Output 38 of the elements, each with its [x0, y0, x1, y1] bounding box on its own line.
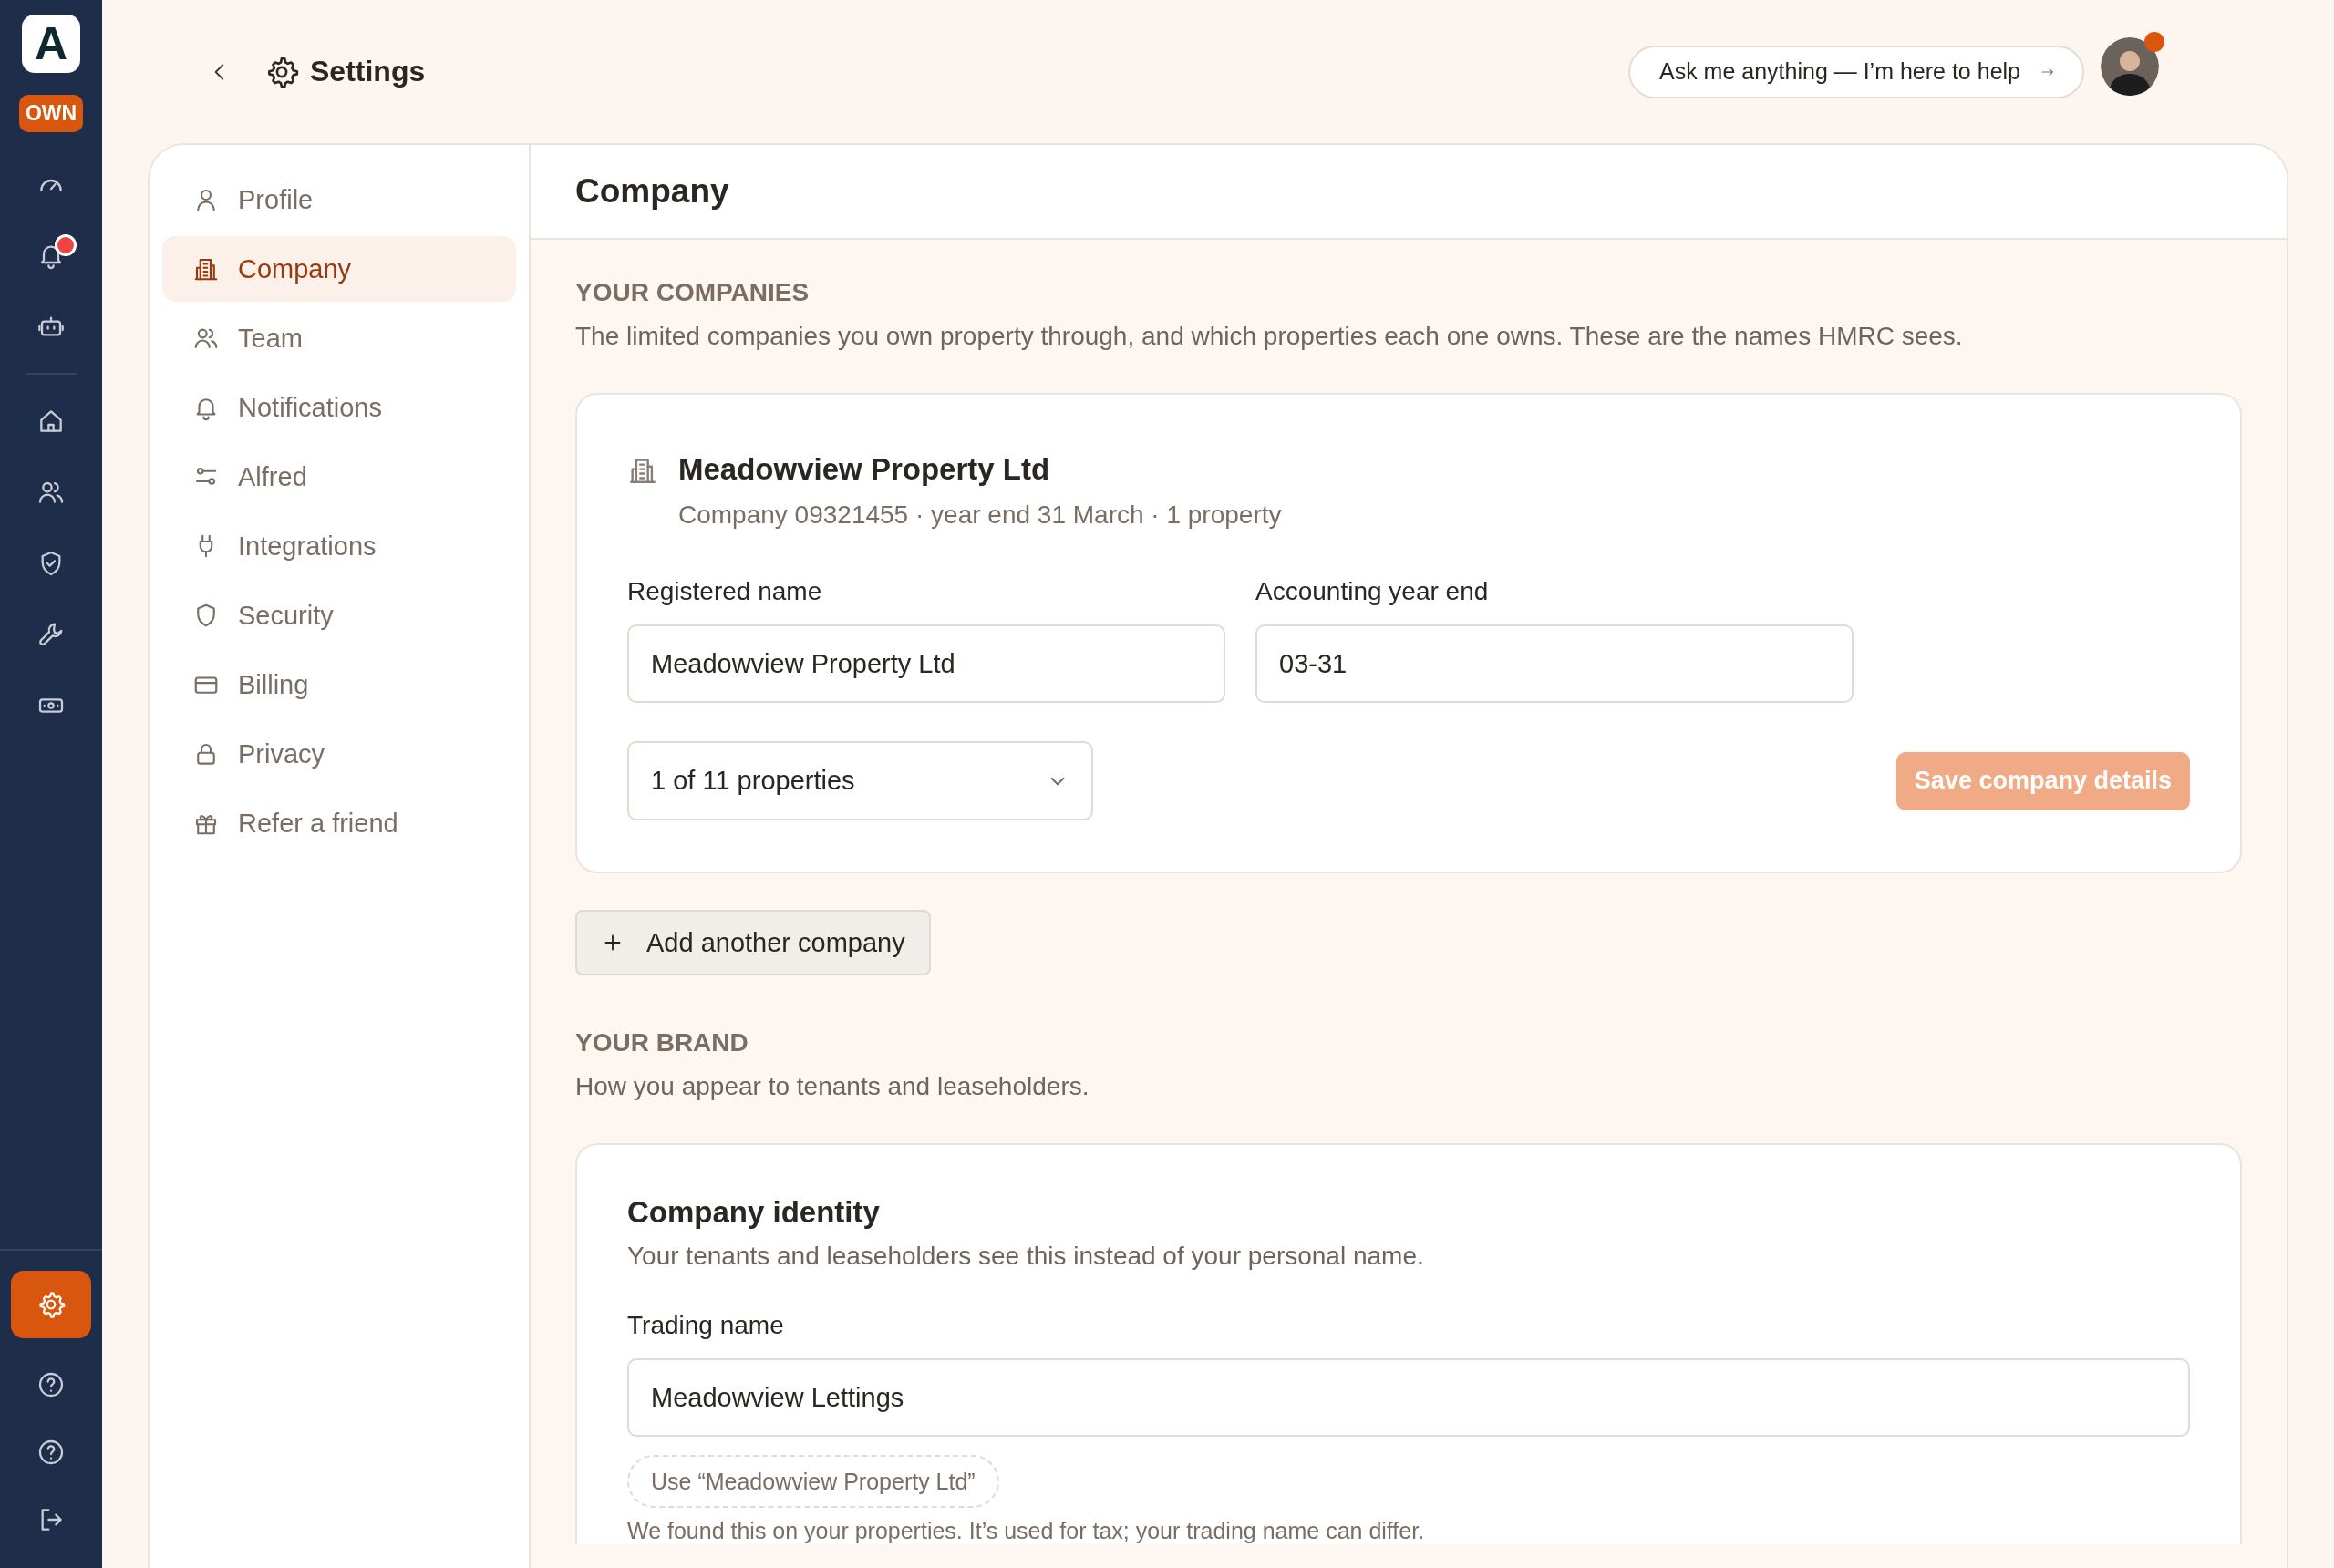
settings-nav-item[interactable]: Billing	[162, 652, 516, 717]
company-details: Company 09321455 · year end 31 March · 1 property	[678, 500, 1282, 531]
settings-icon	[36, 1290, 66, 1319]
input-field[interactable]: Meadowview Property Ltd	[627, 624, 1225, 703]
suggestion-chip[interactable]: Use “Meadowview Property Ltd”	[627, 1455, 999, 1508]
field-label: Trading name	[627, 1310, 785, 1341]
avatar[interactable]	[2101, 36, 2159, 96]
section-heading: YOUR COMPANIES	[575, 277, 811, 308]
help-icon	[36, 1370, 66, 1399]
company-name: Meadowview Property Ltd	[678, 451, 1051, 488]
app-logo: A	[22, 15, 80, 73]
section-title: Company	[575, 172, 729, 211]
settings-nav-item[interactable]: Alfred	[162, 444, 516, 510]
settings-nav-item[interactable]: Notifications	[162, 375, 516, 440]
field-label: Registered name	[627, 576, 823, 607]
card-title: Company identity	[627, 1194, 881, 1231]
field-label: Accounting year end	[1255, 576, 1490, 607]
plan-badge: OWN	[18, 95, 84, 132]
settings-nav-item[interactable]: Privacy	[162, 721, 516, 787]
section-description: How you appear to tenants and leaseholders.	[575, 1071, 1090, 1102]
section-description: The limited companies you own property through, and which properties each one owns. These are the names HMRC sees.	[575, 321, 1964, 352]
input-field[interactable]: 03-31	[1255, 624, 1854, 703]
help-icon	[36, 1438, 66, 1467]
properties-dropdown[interactable]: 1 of 11 properties	[627, 741, 1093, 820]
settings-nav-item[interactable]: Security	[162, 583, 516, 648]
card-description: Your tenants and leaseholders see this instead of your personal name.	[627, 1241, 1425, 1272]
section-heading: YOUR BRAND	[575, 1027, 749, 1058]
assistant-prompt-button[interactable]: Ask me anything — I’m here to help	[1627, 45, 2084, 98]
rail-button[interactable]	[11, 1271, 91, 1338]
settings-nav-item[interactable]: Integrations	[162, 513, 516, 579]
page-title: Settings	[310, 55, 426, 88]
settings-nav-item[interactable]: Profile	[162, 167, 516, 232]
settings-nav-item[interactable]: Company	[162, 236, 516, 302]
settings-nav-item[interactable]: Refer a friend	[162, 790, 516, 856]
add-company-button[interactable]: Add another company	[575, 910, 931, 975]
input-field[interactable]: Meadowview Lettings	[627, 1358, 2190, 1437]
helper-text: We found this on your properties. It’s used for tax; your trading name can differ.	[627, 1517, 1426, 1544]
settings-nav-item[interactable]: Team	[162, 305, 516, 371]
